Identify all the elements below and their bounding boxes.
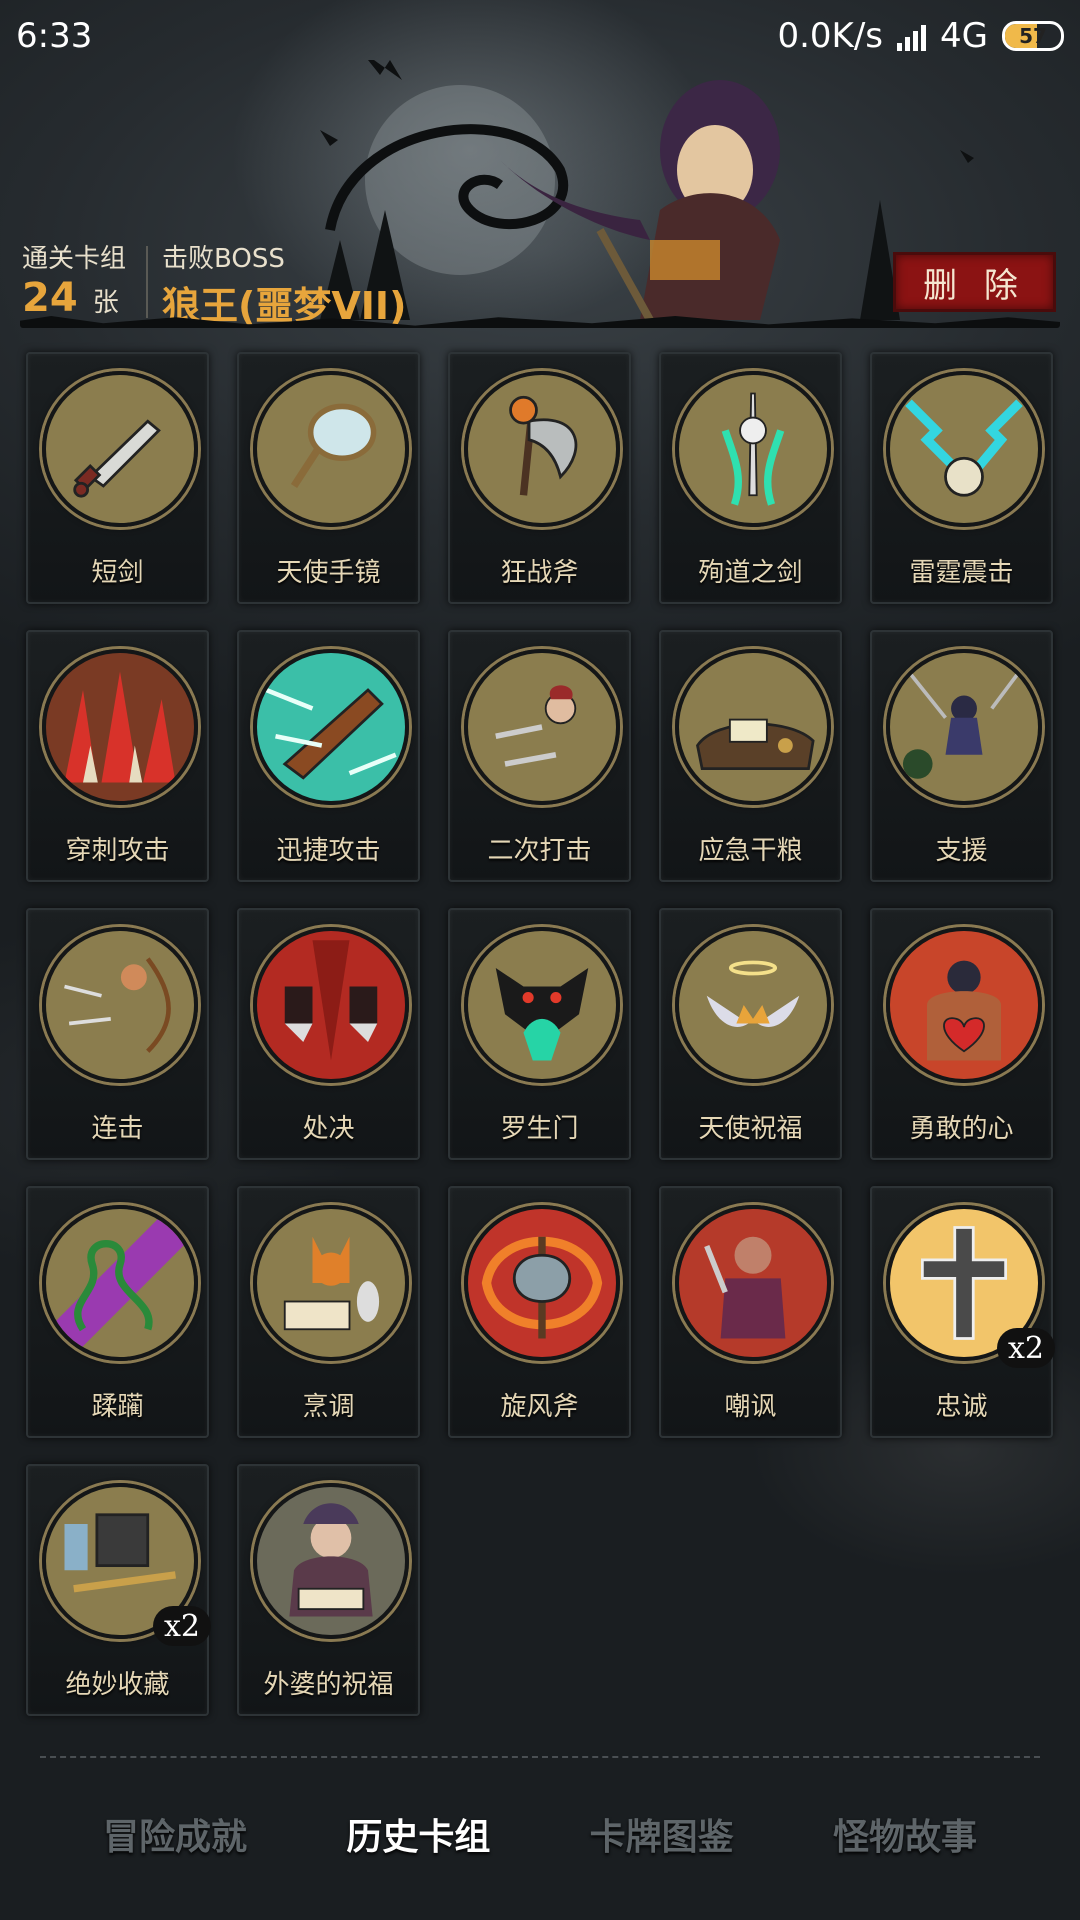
card-count-badge: x2 <box>997 1328 1055 1368</box>
card-item[interactable]: 处决 <box>237 908 420 1160</box>
card-name: 穿刺攻击 <box>65 836 170 866</box>
card-item[interactable]: 穿刺攻击 <box>26 630 209 882</box>
card-item[interactable]: 殉道之剑 <box>659 352 842 604</box>
card-name: 旋风斧 <box>500 1392 579 1422</box>
card-item[interactable]: 连击 <box>26 908 209 1160</box>
card-name: 绝妙收藏 <box>65 1670 170 1700</box>
card-name: 二次打击 <box>487 836 592 866</box>
card-name: 天使手镜 <box>276 558 381 588</box>
signal-type: 4G <box>940 16 988 56</box>
card-name: 支援 <box>935 836 988 866</box>
combo-archer-icon <box>42 927 198 1083</box>
boss-label: 击败BOSS <box>162 244 285 274</box>
stat-divider <box>146 246 149 318</box>
card-item[interactable]: 蹂躏 <box>26 1186 209 1438</box>
card-item[interactable]: 绝妙收藏 x2 <box>26 1464 211 1716</box>
dagger-icon <box>42 371 198 527</box>
network-speed: 0.0K/s <box>777 16 884 56</box>
ravage-thorns-icon <box>42 1205 198 1361</box>
card-item[interactable]: 罗生门 <box>448 908 631 1160</box>
card-name: 勇敢的心 <box>909 1114 1014 1144</box>
card-name: 殉道之剑 <box>698 558 803 588</box>
battery-value: 57 <box>1019 24 1047 48</box>
support-icon <box>886 649 1042 805</box>
angel-blessing-icon <box>675 927 831 1083</box>
card-count-badge: x2 <box>153 1606 211 1646</box>
boss-block: 击败BOSS 狼王(噩梦VII) <box>162 238 426 330</box>
card-name: 雷霆震击 <box>909 558 1014 588</box>
cleared-deck-block: 通关卡组 24 张 <box>22 238 146 321</box>
card-name: 处决 <box>302 1114 355 1144</box>
tab-2[interactable]: 卡牌图鉴 <box>547 1808 777 1868</box>
card-item[interactable]: 旋风斧 <box>448 1186 631 1438</box>
battle-axe-icon <box>464 371 620 527</box>
grandma-blessing-icon <box>253 1483 409 1639</box>
cleared-deck-count: 24 <box>22 275 78 321</box>
taunt-icon <box>675 1205 831 1361</box>
card-item[interactable]: 忠诚 x2 <box>870 1186 1055 1438</box>
card-name: 蹂躏 <box>91 1392 144 1422</box>
bottom-tabs: 冒险成就 历史卡组 卡牌图鉴 怪物故事 <box>60 1808 1020 1868</box>
card-name: 迅捷攻击 <box>276 836 381 866</box>
status-time: 6:33 <box>16 16 93 56</box>
whirlwind-axe-icon <box>464 1205 620 1361</box>
card-item[interactable]: 狂战斧 <box>448 352 631 604</box>
card-item[interactable]: 天使手镜 <box>237 352 420 604</box>
card-grid: 短剑 天使手镜 狂战斧 殉道之剑 雷霆震击穿刺攻击 迅捷攻击 二次打击 应急干粮 支援连击 处决 罗… <box>26 352 1056 1716</box>
delete-button[interactable]: 删 除 <box>893 252 1056 312</box>
card-name: 外婆的祝福 <box>263 1670 394 1700</box>
card-item[interactable]: 迅捷攻击 <box>237 630 420 882</box>
tab-1[interactable]: 历史卡组 <box>303 1808 533 1868</box>
dashed-divider <box>40 1756 1040 1758</box>
card-item[interactable]: 支援 <box>870 630 1053 882</box>
thunder-strike-icon <box>886 371 1042 527</box>
card-item[interactable]: 烹调 <box>237 1186 420 1438</box>
card-name: 烹调 <box>302 1392 355 1422</box>
card-item[interactable]: 嘲讽 <box>659 1186 842 1438</box>
cooking-fox-icon <box>253 1205 409 1361</box>
card-item[interactable]: 天使祝福 <box>659 908 842 1160</box>
rashomon-demon-icon <box>464 927 620 1083</box>
emergency-rations-icon <box>675 649 831 805</box>
cleared-deck-label: 通关卡组 <box>22 244 127 274</box>
execution-icon <box>253 927 409 1083</box>
card-name: 应急干粮 <box>698 836 803 866</box>
brave-heart-icon <box>886 927 1042 1083</box>
cleared-deck-unit: 张 <box>92 288 119 318</box>
status-right: 0.0K/s 4G 57 <box>777 16 1064 56</box>
card-name: 忠诚 <box>935 1392 988 1422</box>
card-name: 狂战斧 <box>500 558 579 588</box>
swift-attack-icon <box>253 649 409 805</box>
card-item[interactable]: 短剑 <box>26 352 209 604</box>
martyr-sword-icon <box>675 371 831 527</box>
card-item[interactable]: 应急干粮 <box>659 630 842 882</box>
deck-summary: 通关卡组 24 张 击败BOSS 狼王(噩梦VII) <box>22 238 426 330</box>
tab-3[interactable]: 怪物故事 <box>790 1808 1020 1868</box>
card-item[interactable]: 雷霆震击 <box>870 352 1053 604</box>
signal-icon <box>897 21 927 51</box>
card-name: 天使祝福 <box>698 1114 803 1144</box>
card-name: 连击 <box>91 1114 144 1144</box>
card-item[interactable]: 二次打击 <box>448 630 631 882</box>
spike-attack-icon <box>42 649 198 805</box>
double-strike-icon <box>464 649 620 805</box>
card-item[interactable]: 外婆的祝福 <box>237 1464 420 1716</box>
card-name: 嘲讽 <box>724 1392 777 1422</box>
battery-icon: 57 <box>1002 21 1064 51</box>
card-name: 罗生门 <box>500 1114 579 1144</box>
hand-mirror-icon <box>253 371 409 527</box>
card-name: 短剑 <box>91 558 144 588</box>
tab-0[interactable]: 冒险成就 <box>60 1808 290 1868</box>
card-item[interactable]: 勇敢的心 <box>870 908 1053 1160</box>
